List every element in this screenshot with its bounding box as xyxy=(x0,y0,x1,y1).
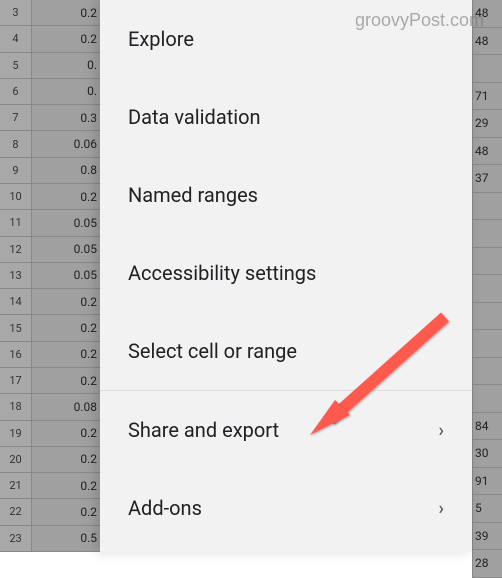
row-number: 22 xyxy=(0,499,32,525)
row-number: 4 xyxy=(0,26,32,52)
cells-column-left: 0.2 0.2 0. 0. 0.3 0.06 0.8 0.2 0.05 0.05… xyxy=(32,0,102,552)
menu-item-named-ranges[interactable]: Named ranges xyxy=(100,156,472,234)
cell: 0.3 xyxy=(32,105,102,131)
row-number: 12 xyxy=(0,237,32,263)
cell: 0.2 xyxy=(32,342,102,368)
cell: 0.2 xyxy=(32,184,102,210)
row-number: 20 xyxy=(0,447,32,473)
cell: 5 xyxy=(472,495,502,523)
row-number: 14 xyxy=(0,289,32,315)
cell: 0.5 xyxy=(32,526,102,552)
menu-item-label: Add-ons xyxy=(128,496,202,520)
cell xyxy=(472,55,502,83)
cell: 48 xyxy=(472,28,502,56)
row-number: 18 xyxy=(0,394,32,420)
cell: 0.05 xyxy=(32,210,102,236)
cell: 37 xyxy=(472,165,502,193)
row-number: 17 xyxy=(0,368,32,394)
cell: 39 xyxy=(472,523,502,551)
row-number: 3 xyxy=(0,0,32,26)
cell: 0.2 xyxy=(32,473,102,499)
cell xyxy=(472,220,502,248)
chevron-right-icon: › xyxy=(439,420,444,441)
cell: 0. xyxy=(32,53,102,79)
cell: 0.2 xyxy=(32,26,102,52)
cell xyxy=(472,358,502,386)
menu-item-data-validation[interactable]: Data validation xyxy=(100,78,472,156)
cell: 0. xyxy=(32,79,102,105)
row-number: 16 xyxy=(0,342,32,368)
row-number: 5 xyxy=(0,53,32,79)
menu-item-share-and-export[interactable]: Share and export › xyxy=(100,391,472,469)
row-number: 9 xyxy=(0,158,32,184)
cell: 0.2 xyxy=(32,499,102,525)
cell: 30 xyxy=(472,440,502,468)
cells-column-right: 48 48 71 29 48 37 84 30 91 5 39 28 xyxy=(472,0,502,578)
row-number: 15 xyxy=(0,315,32,341)
menu-item-label: Accessibility settings xyxy=(128,261,316,285)
row-number: 11 xyxy=(0,210,32,236)
cell xyxy=(472,275,502,303)
row-number: 13 xyxy=(0,263,32,289)
cell: 0.2 xyxy=(32,315,102,341)
cell: 91 xyxy=(472,468,502,496)
menu-item-label: Named ranges xyxy=(128,183,258,207)
cell: 0.2 xyxy=(32,289,102,315)
cell xyxy=(472,330,502,358)
cell: 0.2 xyxy=(32,447,102,473)
menu-item-select-cell-or-range[interactable]: Select cell or range xyxy=(100,312,472,390)
cell: 0.05 xyxy=(32,263,102,289)
row-number: 8 xyxy=(0,131,32,157)
cell: 0.2 xyxy=(32,421,102,447)
cell: 0.08 xyxy=(32,394,102,420)
menu-panel: Explore Data validation Named ranges Acc… xyxy=(100,0,472,552)
cell: 0.2 xyxy=(32,368,102,394)
cell: 0.05 xyxy=(32,237,102,263)
cell: 48 xyxy=(472,138,502,166)
watermark-text: groovyPost.com xyxy=(355,10,484,31)
menu-item-accessibility-settings[interactable]: Accessibility settings xyxy=(100,234,472,312)
cell: 0.06 xyxy=(32,131,102,157)
row-number: 19 xyxy=(0,421,32,447)
cell: 28 xyxy=(472,550,502,578)
row-header-column: 3 4 5 6 7 8 9 10 11 12 13 14 15 16 17 18… xyxy=(0,0,32,552)
cell xyxy=(472,193,502,221)
cell xyxy=(472,248,502,276)
cell xyxy=(472,303,502,331)
row-number: 10 xyxy=(0,184,32,210)
row-number: 6 xyxy=(0,79,32,105)
menu-item-label: Select cell or range xyxy=(128,339,297,363)
cell: 71 xyxy=(472,83,502,111)
cell: 0.8 xyxy=(32,158,102,184)
cell xyxy=(472,385,502,413)
chevron-right-icon: › xyxy=(439,498,444,519)
menu-item-label: Data validation xyxy=(128,105,261,129)
cell: 84 xyxy=(472,413,502,441)
cell: 0.2 xyxy=(32,0,102,26)
menu-item-label: Share and export xyxy=(128,418,279,442)
menu-item-add-ons[interactable]: Add-ons › xyxy=(100,469,472,547)
cell: 29 xyxy=(472,110,502,138)
row-number: 21 xyxy=(0,473,32,499)
row-number: 23 xyxy=(0,526,32,552)
row-number: 7 xyxy=(0,105,32,131)
menu-item-label: Explore xyxy=(128,27,194,51)
